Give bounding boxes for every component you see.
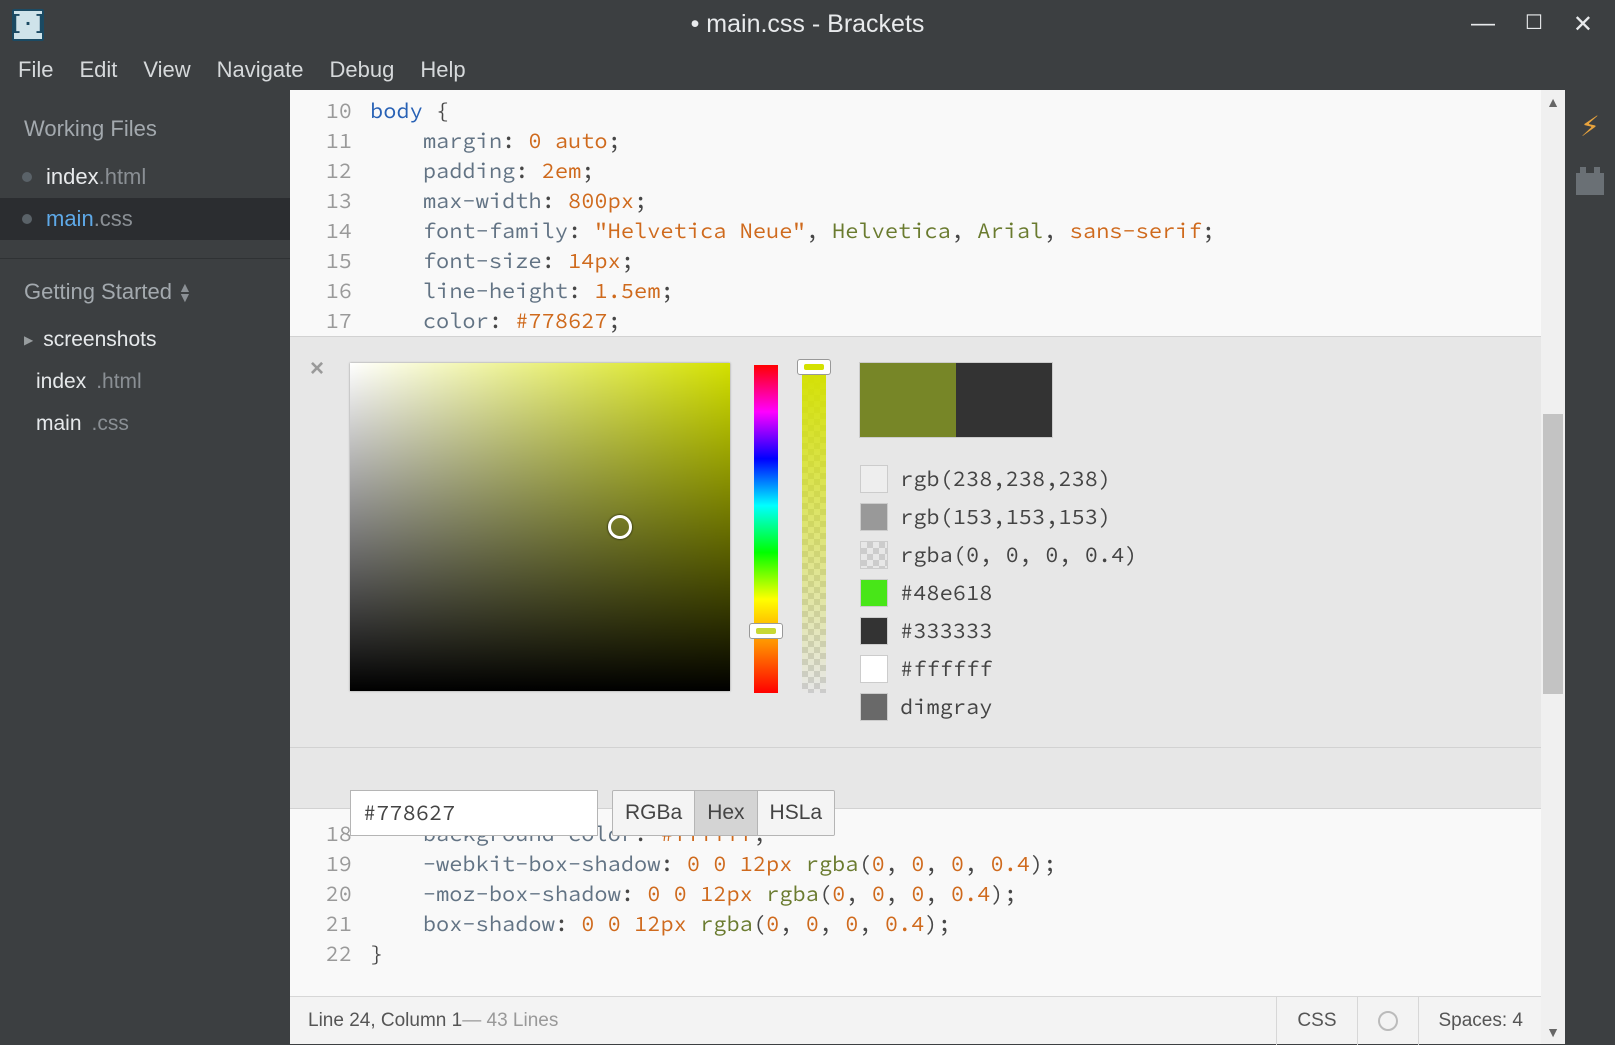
color-label: rgb(153,153,153) <box>900 503 1111 531</box>
menu-help[interactable]: Help <box>420 57 465 83</box>
scroll-thumb[interactable] <box>1543 414 1563 694</box>
menu-edit[interactable]: Edit <box>79 57 117 83</box>
titlebar: [·] • main.css - Brackets — ☐ ✕ <box>0 0 1615 49</box>
color-mode-group: RGBa Hex HSLa <box>612 790 835 836</box>
close-icon[interactable]: × <box>310 355 324 383</box>
color-label: #ffffff <box>900 655 992 683</box>
hue-thumb[interactable] <box>749 623 783 639</box>
sort-icon[interactable]: ▲▼ <box>178 282 192 302</box>
disclosure-triangle-icon[interactable]: ▶ <box>24 333 33 347</box>
working-file-item[interactable]: index.html <box>0 156 290 198</box>
tree-folder[interactable]: ▶screenshots <box>0 319 290 361</box>
color-swatch <box>860 541 888 569</box>
used-color-item[interactable]: #ffffff <box>860 655 1138 683</box>
color-label: #333333 <box>900 617 992 645</box>
menu-debug[interactable]: Debug <box>330 57 395 83</box>
compare-original-swatch <box>956 363 1052 437</box>
menu-navigate[interactable]: Navigate <box>217 57 304 83</box>
hue-slider[interactable] <box>754 365 778 693</box>
menubar: File Edit View Navigate Debug Help <box>0 49 1615 90</box>
right-toolbar: ⚡︎ <box>1565 90 1615 1044</box>
color-label: dimgray <box>900 693 992 721</box>
app-icon: [·] <box>12 9 44 41</box>
alpha-thumb[interactable] <box>797 359 831 375</box>
color-swatch <box>860 579 888 607</box>
color-swatch <box>860 617 888 645</box>
scroll-up-icon[interactable]: ▲ <box>1541 90 1565 114</box>
line-count: — 43 Lines <box>462 1010 558 1032</box>
scroll-down-icon[interactable]: ▼ <box>1541 1020 1565 1044</box>
project-header[interactable]: Getting Started ▲▼ <box>0 269 290 319</box>
used-color-item[interactable]: #333333 <box>860 617 1138 645</box>
color-swatch <box>860 503 888 531</box>
working-file-item[interactable]: main.css <box>0 198 290 240</box>
used-colors-list: rgb(238,238,238) rgb(153,153,153) rgba(0, … <box>860 465 1138 721</box>
saturation-value-panel[interactable] <box>350 363 730 691</box>
working-files-header[interactable]: Working Files <box>0 106 290 156</box>
used-color-item[interactable]: rgb(238,238,238) <box>860 465 1138 493</box>
mode-hsla-button[interactable]: HSLa <box>758 791 835 835</box>
compare-new-swatch <box>860 363 956 437</box>
menu-view[interactable]: View <box>143 57 190 83</box>
menu-file[interactable]: File <box>18 57 53 83</box>
minimize-button[interactable]: — <box>1471 10 1495 39</box>
statusbar: Line 24, Column 1 — 43 Lines CSS Spaces:… <box>290 996 1541 1044</box>
used-color-item[interactable]: rgb(153,153,153) <box>860 503 1138 531</box>
color-value-input[interactable] <box>350 790 598 836</box>
used-color-item[interactable]: rgba(0, 0, 0, 0.4) <box>860 541 1138 569</box>
color-swatch <box>860 655 888 683</box>
modified-dot-icon <box>22 172 32 182</box>
color-swatch <box>860 465 888 493</box>
color-label: rgba(0, 0, 0, 0.4) <box>900 541 1138 569</box>
sv-cursor[interactable] <box>608 515 632 539</box>
cursor-position[interactable]: Line 24, Column 1 <box>308 1010 462 1032</box>
inspect-icon[interactable] <box>1378 1011 1398 1031</box>
extension-manager-icon[interactable] <box>1576 173 1604 195</box>
vertical-scrollbar[interactable]: ▲ ▼ <box>1541 90 1565 1044</box>
sidebar: Working Files index.htmlmain.css Getting… <box>0 90 290 1044</box>
live-preview-icon[interactable]: ⚡︎ <box>1580 110 1600 143</box>
used-color-item[interactable]: dimgray <box>860 693 1138 721</box>
color-swatch <box>860 693 888 721</box>
language-mode[interactable]: CSS <box>1297 1010 1336 1032</box>
tree-file[interactable]: main.css <box>0 403 290 445</box>
color-label: rgb(238,238,238) <box>900 465 1111 493</box>
close-button[interactable]: ✕ <box>1573 10 1593 39</box>
mode-rgba-button[interactable]: RGBa <box>613 791 695 835</box>
window-title: • main.css - Brackets <box>691 10 925 39</box>
maximize-button[interactable]: ☐ <box>1525 10 1543 39</box>
inline-color-editor: × rgb(238,238,238) rgb(153,153,153) rgba(0… <box>290 336 1541 809</box>
color-compare <box>860 363 1052 437</box>
used-color-item[interactable]: #48e618 <box>860 579 1138 607</box>
modified-dot-icon <box>22 214 32 224</box>
color-label: #48e618 <box>900 579 992 607</box>
code-top[interactable]: 1011121314151617 body { margin: 0 auto; … <box>290 90 1541 336</box>
indent-mode[interactable]: Spaces: 4 <box>1439 1010 1524 1032</box>
tree-file[interactable]: index.html <box>0 361 290 403</box>
alpha-slider[interactable] <box>802 365 826 693</box>
editor[interactable]: 1011121314151617 body { margin: 0 auto; … <box>290 90 1541 1044</box>
mode-hex-button[interactable]: Hex <box>695 791 757 835</box>
